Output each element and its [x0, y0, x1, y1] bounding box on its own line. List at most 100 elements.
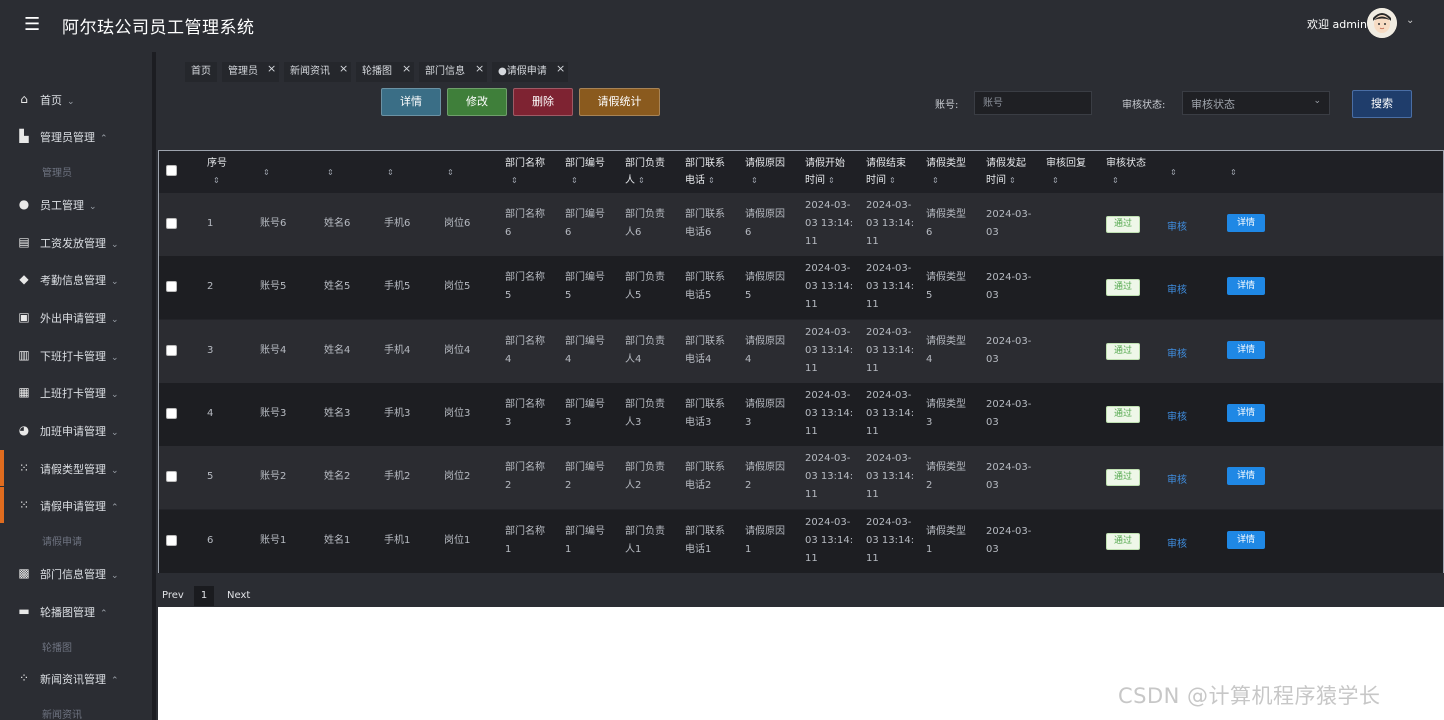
- sort-icon[interactable]: ⇕: [1052, 176, 1059, 185]
- audit-link[interactable]: 审核: [1167, 535, 1187, 550]
- sidebar-item-11[interactable]: ▩ 部门信息管理 ⌄: [0, 557, 152, 589]
- sort-icon[interactable]: ⇕: [387, 168, 394, 177]
- sidebar-item-1[interactable]: ▙ 管理员管理 ⌃: [0, 120, 152, 152]
- chevron-down-icon[interactable]: ⌄: [1406, 15, 1414, 26]
- sidebar-subitem-12[interactable]: 轮播图: [42, 639, 72, 654]
- column-header-14[interactable]: 审核回复 ⇕: [1046, 155, 1104, 189]
- sort-icon[interactable]: ⇕: [889, 176, 896, 185]
- column-header-1[interactable]: ⇕: [260, 164, 318, 181]
- column-header-3[interactable]: ⇕: [384, 164, 442, 181]
- row-checkbox[interactable]: [166, 345, 177, 356]
- table-row[interactable]: 5 账号2 姓名2 手机2 岗位2 部门名称 2 部门编号 2 部门负责 人2 部门联系 电话2 请假原因…: [159, 446, 1443, 509]
- column-header-7[interactable]: 部门负责人 ⇕: [625, 155, 683, 189]
- sidebar-item-2[interactable]: ● 员工管理 ⌄: [0, 188, 152, 220]
- sort-icon[interactable]: ⇕: [751, 176, 758, 185]
- sort-icon[interactable]: ⇕: [828, 176, 835, 185]
- prev-page-button[interactable]: Prev: [162, 586, 184, 606]
- sort-icon[interactable]: ⇕: [932, 176, 939, 185]
- table-row[interactable]: 1 账号6 姓名6 手机6 岗位6 部门名称 6 部门编号 6 部门负责 人6 部门联系 电话6 请假原因…: [159, 193, 1443, 256]
- sidebar-item-13[interactable]: ⁘ 新闻资讯管理 ⌃: [0, 662, 152, 694]
- row-detail-button[interactable]: 详情: [1227, 277, 1265, 295]
- current-page[interactable]: 1: [194, 586, 214, 606]
- account-filter-input[interactable]: [974, 91, 1092, 115]
- column-header-0[interactable]: 序号 ⇕: [207, 155, 265, 189]
- sidebar-item-10[interactable]: ⁙ 请假申请管理 ⌃: [0, 487, 152, 523]
- sidebar-scrollbar[interactable]: [152, 52, 156, 720]
- tab-3[interactable]: 轮播图 ×: [356, 62, 414, 82]
- sort-icon[interactable]: ⇕: [571, 176, 578, 185]
- table-row[interactable]: 4 账号3 姓名3 手机3 岗位3 部门名称 3 部门编号 3 部门负责 人3 部门联系 电话3 请假原因…: [159, 383, 1443, 446]
- delete-button[interactable]: 删除: [513, 88, 573, 116]
- select-all-checkbox[interactable]: [166, 165, 177, 176]
- column-header-10[interactable]: 请假开始 时间 ⇕: [805, 155, 863, 189]
- row-checkbox[interactable]: [166, 535, 177, 546]
- sidebar-item-0[interactable]: ⌂ 首页 ⌄: [0, 83, 152, 115]
- edit-button[interactable]: 修改: [447, 88, 507, 116]
- sort-icon[interactable]: ⇕: [1112, 176, 1119, 185]
- row-detail-button[interactable]: 详情: [1227, 214, 1265, 232]
- column-header-16[interactable]: ⇕: [1167, 164, 1225, 181]
- column-header-4[interactable]: ⇕: [444, 164, 502, 181]
- hamburger-icon[interactable]: ☰: [24, 14, 40, 35]
- row-detail-button[interactable]: 详情: [1227, 531, 1265, 549]
- tab-2[interactable]: 新闻资讯 ×: [284, 62, 351, 82]
- sidebar-item-12[interactable]: ▬ 轮播图管理 ⌃: [0, 595, 152, 627]
- sidebar-item-9[interactable]: ⁙ 请假类型管理 ⌄: [0, 450, 152, 486]
- sidebar-subitem-10[interactable]: 请假申请: [42, 533, 82, 548]
- row-checkbox[interactable]: [166, 218, 177, 229]
- sort-icon[interactable]: ⇕: [213, 176, 220, 185]
- column-header-9[interactable]: 请假原因 ⇕: [745, 155, 803, 189]
- sort-icon[interactable]: ⇕: [1009, 176, 1016, 185]
- table-row[interactable]: 6 账号1 姓名1 手机1 岗位1 部门名称 1 部门编号 1 部门负责 人1 部门联系 电话1 请假原因…: [159, 510, 1443, 573]
- table-row[interactable]: 2 账号5 姓名5 手机5 岗位5 部门名称 5 部门编号 5 部门负责 人5 部门联系 电话5 请假原因…: [159, 256, 1443, 319]
- column-header-17[interactable]: ⇕: [1227, 164, 1285, 181]
- audit-link[interactable]: 审核: [1167, 218, 1187, 233]
- tab-5[interactable]: ●请假申请 ×: [492, 62, 568, 82]
- next-page-button[interactable]: Next: [227, 586, 250, 606]
- avatar[interactable]: [1367, 8, 1397, 38]
- sort-icon[interactable]: ⇕: [1230, 168, 1237, 177]
- close-icon[interactable]: ×: [402, 59, 411, 79]
- sort-icon[interactable]: ⇕: [708, 176, 715, 185]
- status-filter-select[interactable]: 审核状态 ⌄: [1182, 91, 1330, 115]
- audit-link[interactable]: 审核: [1167, 471, 1187, 486]
- close-icon[interactable]: ×: [339, 59, 348, 79]
- row-checkbox[interactable]: [166, 281, 177, 292]
- close-icon[interactable]: ×: [556, 59, 565, 79]
- sort-icon[interactable]: ⇕: [447, 168, 454, 177]
- sidebar-subitem-13[interactable]: 新闻资讯: [42, 706, 82, 720]
- sidebar-item-6[interactable]: ▥ 下班打卡管理 ⌄: [0, 339, 152, 371]
- sort-icon[interactable]: ⇕: [263, 168, 270, 177]
- row-checkbox[interactable]: [166, 471, 177, 482]
- tab-0[interactable]: 首页: [185, 62, 217, 82]
- tab-4[interactable]: 部门信息 ×: [419, 62, 487, 82]
- row-checkbox[interactable]: [166, 408, 177, 419]
- row-detail-button[interactable]: 详情: [1227, 341, 1265, 359]
- sidebar-subitem-1[interactable]: 管理员: [42, 164, 72, 179]
- sidebar-item-4[interactable]: ◆ 考勤信息管理 ⌄: [0, 263, 152, 295]
- sidebar-item-3[interactable]: ▤ 工资发放管理 ⌄: [0, 226, 152, 258]
- detail-button[interactable]: 详情: [381, 88, 441, 116]
- sort-icon[interactable]: ⇕: [1170, 168, 1177, 177]
- column-header-8[interactable]: 部门联系 电话 ⇕: [685, 155, 743, 189]
- audit-link[interactable]: 审核: [1167, 345, 1187, 360]
- sort-icon[interactable]: ⇕: [511, 176, 518, 185]
- audit-link[interactable]: 审核: [1167, 281, 1187, 296]
- close-icon[interactable]: ×: [267, 59, 276, 79]
- close-icon[interactable]: ×: [475, 59, 484, 79]
- column-header-15[interactable]: 审核状态 ⇕: [1106, 155, 1164, 189]
- sort-icon[interactable]: ⇕: [327, 168, 334, 177]
- leave-stats-button[interactable]: 请假统计: [579, 88, 660, 116]
- sidebar-item-5[interactable]: ▣ 外出申请管理 ⌄: [0, 301, 152, 333]
- row-detail-button[interactable]: 详情: [1227, 467, 1265, 485]
- column-header-11[interactable]: 请假结束 时间 ⇕: [866, 155, 924, 189]
- column-header-12[interactable]: 请假类型 ⇕: [926, 155, 984, 189]
- column-header-2[interactable]: ⇕: [324, 164, 382, 181]
- column-header-5[interactable]: 部门名称 ⇕: [505, 155, 563, 189]
- sidebar-item-7[interactable]: ▦ 上班打卡管理 ⌄: [0, 376, 152, 408]
- sort-icon[interactable]: ⇕: [638, 176, 645, 185]
- table-row[interactable]: 3 账号4 姓名4 手机4 岗位4 部门名称 4 部门编号 4 部门负责 人4 部门联系 电话4 请假原因…: [159, 320, 1443, 383]
- column-header-13[interactable]: 请假发起 时间 ⇕: [986, 155, 1044, 189]
- audit-link[interactable]: 审核: [1167, 408, 1187, 423]
- column-header-6[interactable]: 部门编号 ⇕: [565, 155, 623, 189]
